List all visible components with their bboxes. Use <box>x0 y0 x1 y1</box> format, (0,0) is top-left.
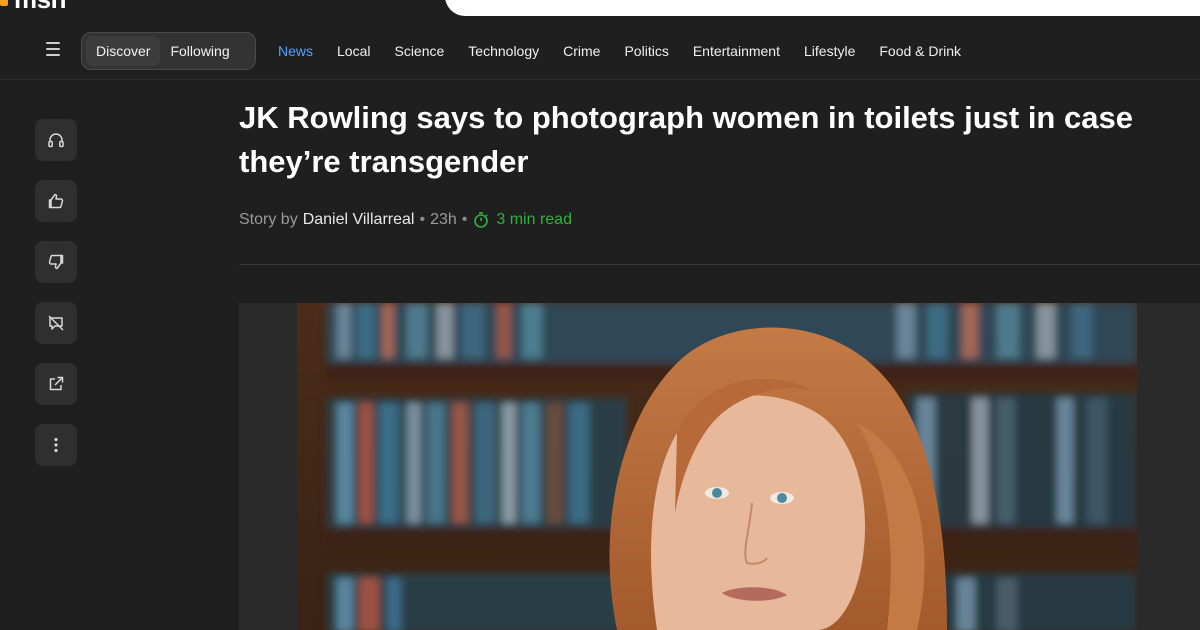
nav-link-technology[interactable]: Technology <box>468 43 539 59</box>
category-links: News Local Science Technology Crime Poli… <box>266 40 973 62</box>
msn-logo[interactable]: msn <box>0 0 66 14</box>
byline: Story by Daniel Villarreal • 23h • 3 min… <box>239 209 1200 231</box>
byline-separator: • <box>461 211 468 228</box>
byline-separator: • <box>419 211 426 228</box>
share-icon <box>49 376 64 391</box>
logo-mark <box>0 0 8 6</box>
dislike-button[interactable] <box>35 241 77 283</box>
article-actions-sidebar <box>35 119 79 485</box>
more-options-button[interactable] <box>35 424 77 466</box>
nav-bar: Discover Following News Local Science Te… <box>0 16 1200 80</box>
listen-button[interactable] <box>35 119 77 161</box>
read-time-label: 3 min read <box>496 211 572 228</box>
author-link[interactable]: Daniel Villarreal <box>303 211 415 229</box>
story-by-label: Story by <box>239 211 298 228</box>
stopwatch-icon <box>474 212 489 228</box>
top-bar: msn <box>0 0 1200 16</box>
comments-off-icon <box>48 315 64 331</box>
nav-link-politics[interactable]: Politics <box>624 43 668 59</box>
article-title: JK Rowling says to photograph women in t… <box>239 100 1133 179</box>
nav-link-news[interactable]: News <box>278 43 313 59</box>
tab-following[interactable]: Following <box>160 36 239 66</box>
thumbs-up-icon <box>48 193 64 209</box>
like-button[interactable] <box>35 180 77 222</box>
divider <box>239 264 1200 265</box>
hero-photo <box>297 303 1137 630</box>
tab-discover[interactable]: Discover <box>86 36 161 66</box>
search-input[interactable] <box>445 0 1200 16</box>
article: JK Rowling says to photograph women in t… <box>239 96 1200 265</box>
more-vertical-icon <box>54 437 58 453</box>
nav-link-food-drink[interactable]: Food & Drink <box>879 43 961 59</box>
article-age: 23h <box>430 211 457 228</box>
headphones-icon <box>48 133 64 148</box>
nav-link-lifestyle[interactable]: Lifestyle <box>804 43 855 59</box>
article-hero-image[interactable] <box>239 303 1200 630</box>
logo-text: msn <box>14 0 66 15</box>
read-time: 3 min read <box>472 211 572 229</box>
nav-link-science[interactable]: Science <box>394 43 444 59</box>
nav-link-entertainment[interactable]: Entertainment <box>693 43 780 59</box>
thumbs-down-icon <box>48 254 64 270</box>
nav-link-crime[interactable]: Crime <box>563 43 600 59</box>
hamburger-icon[interactable] <box>42 42 64 56</box>
comments-off-button[interactable] <box>35 302 77 344</box>
feed-toggle: Discover Following <box>81 32 256 70</box>
nav-link-local[interactable]: Local <box>337 43 370 59</box>
share-button[interactable] <box>35 363 77 405</box>
